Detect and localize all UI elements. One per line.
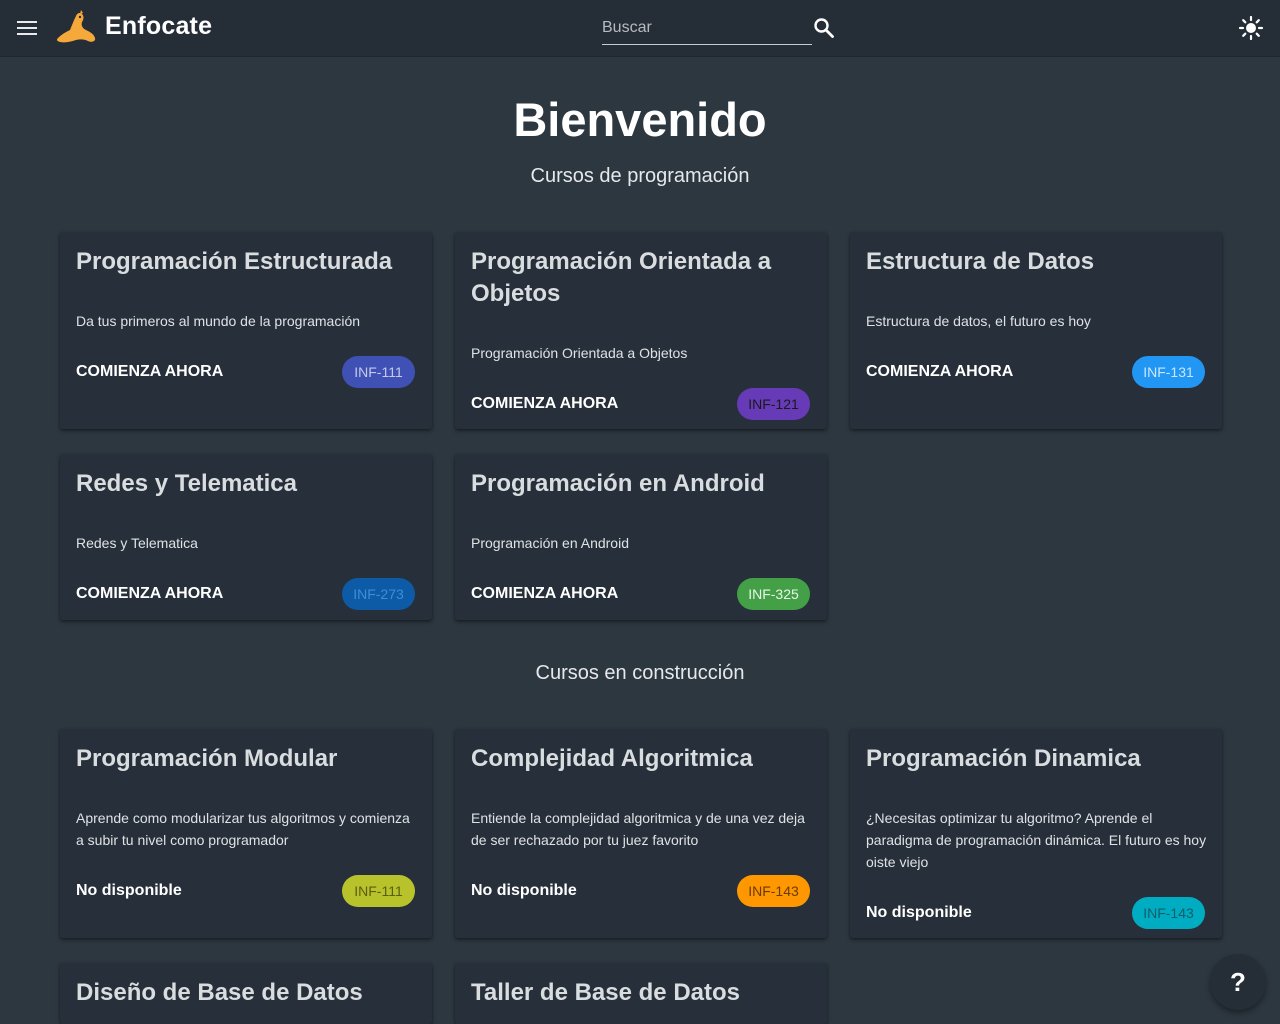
- course-code-badge: INF-131: [1132, 356, 1205, 388]
- top-app-bar: Enfocate: [0, 0, 1280, 57]
- course-code-badge: INF-111: [342, 356, 415, 388]
- course-title: Programación Modular: [76, 745, 338, 772]
- course-card[interactable]: Programación Estructurada Da tus primero…: [60, 232, 432, 429]
- course-title: Programación Orientada a Objetos: [471, 248, 772, 307]
- course-title: Programación Dinamica: [866, 745, 1141, 772]
- search-field: [602, 14, 812, 45]
- course-code-badge: INF-111: [342, 875, 415, 907]
- course-description: Estructura de datos, el futuro es hoy: [866, 313, 1091, 329]
- search-icon[interactable]: [813, 17, 835, 39]
- upcoming-course-card[interactable]: Programación Dinamica ¿Necesitas optimiz…: [850, 729, 1222, 938]
- seal-logo[interactable]: [54, 8, 98, 46]
- start-now-button[interactable]: COMIENZA AHORA: [76, 363, 223, 381]
- course-description: Programación Orientada a Objetos: [471, 345, 688, 361]
- unavailable-label: No disponible: [76, 882, 182, 899]
- course-code-badge: INF-325: [737, 578, 810, 610]
- course-card[interactable]: Programación en Android Programación en …: [455, 454, 827, 620]
- page-title: Bienvenido: [513, 93, 767, 146]
- start-now-button[interactable]: COMIENZA AHORA: [471, 585, 618, 603]
- unavailable-label: No disponible: [866, 904, 972, 921]
- course-description: Entiende la complejidad algoritmica y de…: [471, 810, 805, 848]
- menu-icon[interactable]: [17, 18, 39, 38]
- upcoming-course-card[interactable]: Complejidad Algoritmica Entiende la comp…: [455, 729, 827, 938]
- section-title-programming: Cursos de programación: [530, 165, 750, 187]
- course-description: Aprende como modularizar tus algoritmos …: [76, 810, 410, 848]
- sun-icon[interactable]: [1238, 15, 1264, 41]
- course-code-badge: INF-143: [1132, 897, 1205, 929]
- course-card[interactable]: Redes y Telematica Redes y Telematica CO…: [60, 454, 432, 620]
- search-input[interactable]: [602, 14, 812, 42]
- section-title-construction: Cursos en construcción: [535, 662, 745, 684]
- app-title[interactable]: Enfocate: [105, 12, 212, 41]
- course-title: Programación Estructurada: [76, 248, 393, 275]
- course-card[interactable]: Programación Orientada a Objetos Program…: [455, 232, 827, 429]
- start-now-button[interactable]: COMIENZA AHORA: [471, 395, 618, 413]
- start-now-button[interactable]: COMIENZA AHORA: [866, 363, 1013, 381]
- course-title: Programación en Android: [471, 470, 765, 497]
- course-title: Redes y Telematica: [76, 470, 298, 497]
- upcoming-course-card[interactable]: Diseño de Base de Datos: [60, 963, 432, 1024]
- course-description: ¿Necesitas optimizar tu algoritmo? Apren…: [866, 810, 1207, 870]
- course-title: Diseño de Base de Datos: [76, 979, 363, 1006]
- start-now-button[interactable]: COMIENZA AHORA: [76, 585, 223, 603]
- upcoming-course-card[interactable]: Taller de Base de Datos: [455, 963, 827, 1024]
- course-title: Estructura de Datos: [866, 248, 1095, 275]
- course-card[interactable]: Estructura de Datos Estructura de datos,…: [850, 232, 1222, 429]
- course-title: Taller de Base de Datos: [471, 979, 740, 1006]
- course-description: Redes y Telematica: [76, 535, 198, 551]
- course-code-badge: INF-143: [737, 875, 810, 907]
- course-description: Da tus primeros al mundo de la programac…: [76, 313, 361, 329]
- course-code-badge: INF-121: [737, 388, 810, 420]
- course-description: Programación en Android: [471, 535, 629, 551]
- unavailable-label: No disponible: [471, 882, 577, 899]
- help-button[interactable]: ?: [1210, 954, 1266, 1010]
- course-title: Complejidad Algoritmica: [471, 745, 753, 772]
- course-code-badge: INF-273: [342, 578, 415, 610]
- upcoming-course-card[interactable]: Programación Modular Aprende como modula…: [60, 729, 432, 938]
